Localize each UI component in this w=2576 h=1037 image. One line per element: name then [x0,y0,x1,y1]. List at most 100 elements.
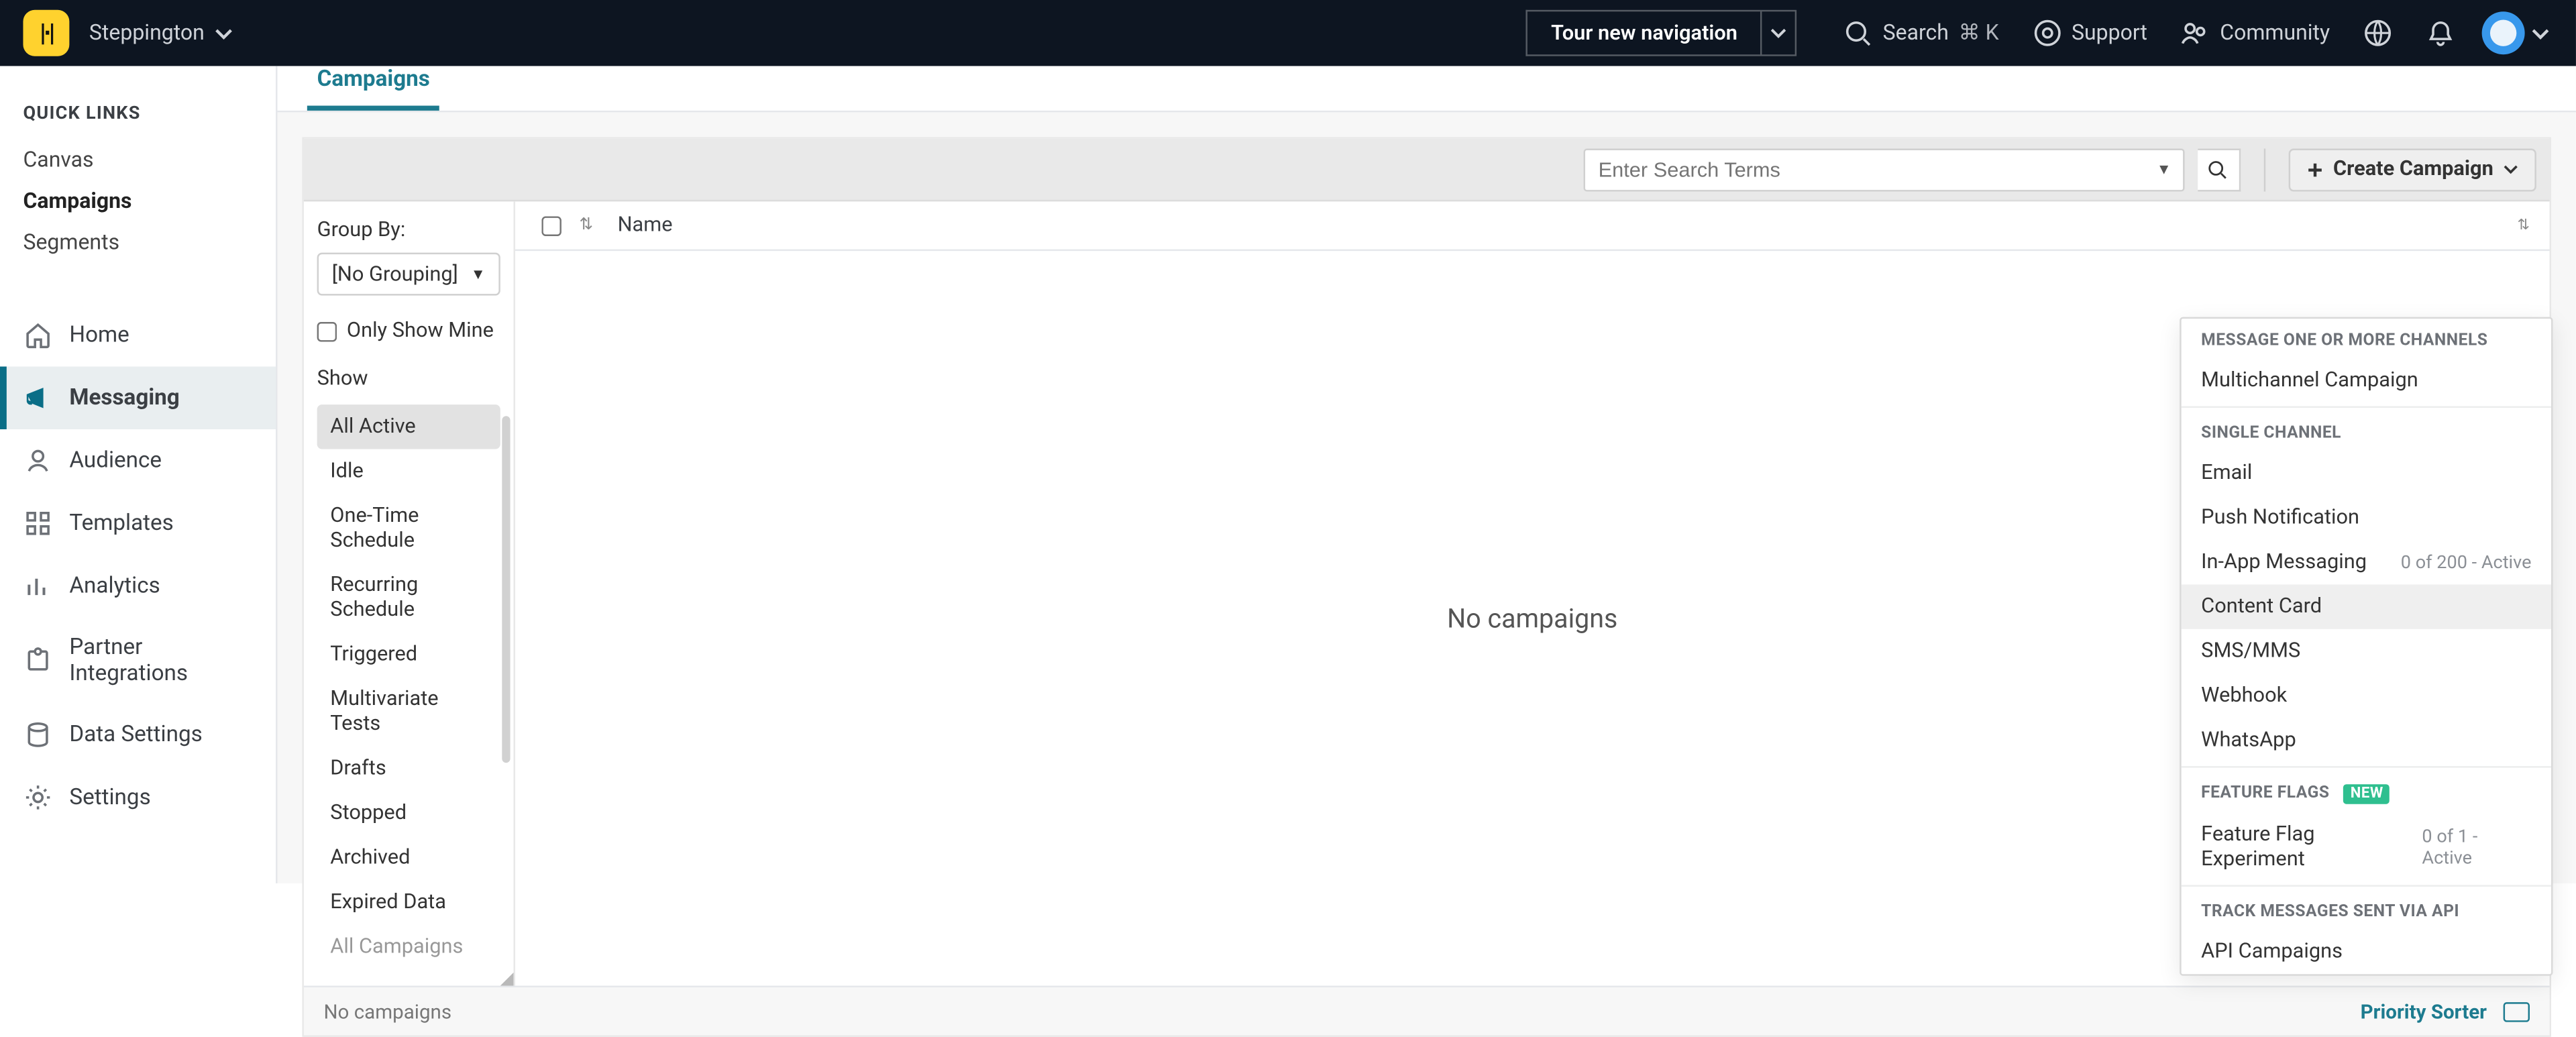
search-filter-dropdown[interactable]: ▼ [2157,160,2171,178]
tour-navigation-dropdown[interactable] [1760,10,1796,56]
megaphone-icon [23,383,52,413]
show-item[interactable]: Drafts [317,747,500,791]
search-icon [1843,18,1873,48]
avatar[interactable] [2482,11,2525,54]
user-icon [23,446,52,476]
scrollbar[interactable] [502,416,510,763]
table-header-row: ⇅ Name ⇅ [515,201,2550,251]
main-content: Campaigns ▼ [278,66,2576,883]
show-heading: Show [317,366,500,391]
menu-option-inapp[interactable]: In-App Messaging0 of 200 - Active [2182,540,2551,584]
templates-icon [23,508,52,538]
menu-option-content-card[interactable]: Content Card [2182,584,2551,629]
card-footer: No campaigns Priority Sorter [304,986,2550,1036]
menu-option-sms[interactable]: SMS/MMS [2182,629,2551,673]
menu-option-whatsapp[interactable]: WhatsApp [2182,718,2551,763]
select-all-checkbox[interactable] [532,215,572,235]
filter-panel: Group By: [No Grouping] ▼ Only Show Mine… [304,201,515,985]
new-badge: NEW [2344,784,2390,804]
menu-option-multichannel[interactable]: Multichannel Campaign [2182,358,2551,402]
show-item[interactable]: Idle [317,449,500,494]
show-item[interactable]: Recurring Schedule [317,563,500,632]
group-by-select[interactable]: [No Grouping] ▼ [317,253,500,296]
people-icon [2180,18,2210,48]
menu-group-heading: FEATURE FLAGS NEW [2182,771,2551,813]
nav-analytics[interactable]: Analytics [0,555,276,618]
only-show-mine-checkbox[interactable]: Only Show Mine [317,319,500,343]
workspace-selector[interactable]: Steppington [89,21,233,46]
nav-settings[interactable]: Settings [0,766,276,829]
show-item[interactable]: All Campaigns [317,924,500,969]
gear-icon [23,783,52,812]
show-item[interactable]: Expired Data [317,880,500,924]
quick-links-heading: QUICK LINKS [0,103,276,141]
menu-group-heading: MESSAGE ONE OR MORE CHANNELS [2182,319,2551,358]
create-campaign-button[interactable]: Create Campaign [2289,148,2536,190]
chart-icon [23,571,52,601]
menu-option-push[interactable]: Push Notification [2182,495,2551,539]
tour-button-group: Tour new navigation [1526,10,1796,56]
menu-group-heading: TRACK MESSAGES SENT VIA API [2182,890,2551,930]
show-list: All Active Idle One-Time Schedule Recurr… [317,404,500,969]
show-item[interactable]: Triggered [317,633,500,677]
resize-handle[interactable] [500,973,514,986]
support-link[interactable]: Support [2032,18,2147,48]
column-name-header[interactable]: Name ⇅ [601,213,2550,238]
menu-option-email[interactable]: Email [2182,451,2551,495]
notifications-button[interactable] [2426,18,2455,48]
menu-option-feature-flag[interactable]: Feature Flag Experiment0 of 1 - Active [2182,812,2551,881]
app-logo[interactable]: |⋅| [23,10,69,56]
language-button[interactable] [2363,18,2392,48]
menu-option-api-campaigns[interactable]: API Campaigns [2182,930,2551,974]
quick-link-segments[interactable]: Segments [0,223,276,264]
nav-audience[interactable]: Audience [0,429,276,492]
keyboard-icon[interactable] [2504,1001,2530,1022]
menu-option-webhook[interactable]: Webhook [2182,673,2551,718]
priority-sorter-link[interactable]: Priority Sorter [2361,999,2487,1022]
nav-home[interactable]: Home [0,304,276,367]
globe-icon [2363,18,2392,48]
search-input[interactable] [1583,148,2184,190]
show-item[interactable]: Multivariate Tests [317,677,500,746]
divider [2264,148,2265,190]
menu-group-heading: SINGLE CHANNEL [2182,411,2551,451]
left-nav: QUICK LINKS Canvas Campaigns Segments Ho… [0,66,278,883]
search-button[interactable]: Search ⌘ K [1843,18,1999,48]
bell-icon [2426,18,2455,48]
nav-partner-integrations[interactable]: Partner Integrations [0,618,276,704]
sort-icon: ⇅ [2517,217,2530,234]
nav-templates[interactable]: Templates [0,492,276,555]
puzzle-icon [23,645,52,675]
search-wrap: ▼ [1583,148,2184,190]
nav-messaging[interactable]: Messaging [0,366,276,429]
chevron-down-icon [215,24,233,42]
tab-campaigns[interactable]: Campaigns [307,66,440,110]
toolbar: ▼ Create Campaign [304,139,2550,202]
plus-icon [2307,161,2324,178]
chevron-down-icon [2504,162,2518,176]
home-icon [23,321,52,350]
show-item[interactable]: All Active [317,404,500,449]
show-item[interactable]: One-Time Schedule [317,494,500,563]
create-campaign-menu: MESSAGE ONE OR MORE CHANNELS Multichanne… [2180,317,2553,976]
quick-link-canvas[interactable]: Canvas [0,140,276,182]
workspace-name: Steppington [89,21,205,46]
footer-count: No campaigns [323,999,451,1022]
tour-navigation-button[interactable]: Tour new navigation [1526,10,1760,56]
avatar-menu-toggle[interactable] [2531,24,2549,42]
caret-down-icon: ▼ [471,265,486,283]
group-by-label: Group By: [317,218,500,243]
nav-data-settings[interactable]: Data Settings [0,704,276,767]
search-icon [2207,158,2230,180]
topbar: |⋅| Steppington Tour new navigation Sear… [0,0,2576,66]
quick-link-campaigns[interactable]: Campaigns [0,182,276,223]
database-icon [23,720,52,749]
show-item[interactable]: Stopped [317,791,500,835]
community-link[interactable]: Community [2180,18,2330,48]
show-item[interactable]: Archived [317,836,500,880]
chevron-down-icon [2531,24,2549,42]
sort-toggle[interactable]: ⇅ [572,216,601,234]
page-tabs: Campaigns [278,66,2576,112]
search-button[interactable] [2198,148,2241,190]
lifebuoy-icon [2032,18,2061,48]
